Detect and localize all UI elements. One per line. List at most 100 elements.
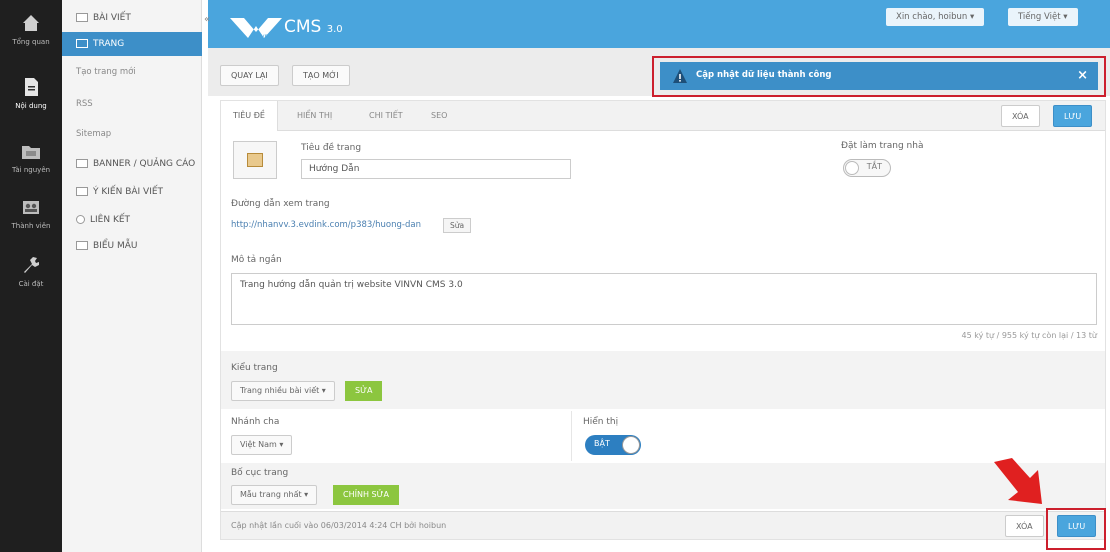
sidebar-item-sitemap[interactable]: Sitemap [62,122,202,146]
editor-tabs: Tiêu đề Hiển thị Chi tiết SEO Xóa Lưu [221,101,1105,131]
sidebar-item-label: RSS [76,99,93,109]
rail-item-label: Thành viên [11,222,51,230]
brand-name: CMS [284,17,322,37]
folder-icon [22,146,40,159]
last-updated-text: Cập nhật lần cuối vào 06/03/2014 4:24 CH… [231,521,447,530]
toggle-state: TẮT [866,162,882,171]
tab-title[interactable]: Tiêu đề [221,101,278,131]
form-icon [76,241,88,250]
pointer-arrow-icon [994,458,1042,504]
document-icon [25,78,38,96]
display-label: Hiển thị [583,417,619,427]
sidebar-item-forms[interactable]: Biểu mẫu [62,234,202,258]
sidebar-item-label: Sitemap [76,129,112,139]
toggle-knob [622,436,640,454]
title-input[interactable]: Hướng Dẫn [301,159,571,179]
rail-item-label: Cài đặt [18,280,44,288]
toggle-state: BẬT [594,439,610,448]
layout-select[interactable]: Mẫu trang nhất [231,485,318,505]
page-icon [76,39,88,48]
rail-item-label: Tài nguyên [11,166,51,174]
sidebar-item-label: Trang [93,39,125,49]
edit-url-button[interactable]: Sửa [443,218,472,233]
tab-detail[interactable]: Chi tiết [357,101,415,131]
brand-version: 3.0 [326,24,343,35]
banner-icon [76,159,88,168]
page-type-edit-button[interactable]: Sửa [345,381,383,401]
tab-seo[interactable]: SEO [419,101,459,131]
rail-item-members[interactable]: Thành viên [0,196,62,230]
tab-display[interactable]: Hiển thị [285,101,344,131]
display-toggle[interactable]: BẬT [585,435,641,455]
parent-branch-label: Nhánh cha [231,417,280,427]
warning-icon [673,69,687,83]
layout-value: Mẫu trang nhất [240,490,302,499]
logo-small-text: vinyn [252,33,269,40]
sidebar-item-rss[interactable]: RSS [62,92,202,116]
sidebar-item-label: Banner / quảng cáo [93,159,196,169]
wrench-icon [24,257,39,273]
url-label: Đường dẫn xem trang [231,199,330,209]
sidebar-item-label: Ý kiến bài viết [93,187,164,197]
description-textarea[interactable]: Trang hướng dẫn quản trị website VINVN C… [231,273,1097,325]
sidebar-item-label: Tạo trang mới [76,67,136,77]
homepage-label: Đặt làm trang nhà [841,141,924,151]
rail-item-overview[interactable]: Tổng quan [0,12,62,46]
logo[interactable]: vinyn CMS 3.0 [228,8,343,42]
app-header: vinyn CMS 3.0 Xin chào, hoibun ▾ Tiếng V… [208,0,1110,48]
footer-delete-button[interactable]: Xóa [1005,515,1044,537]
save-button[interactable]: Lưu [1053,105,1093,127]
user-dropdown-label: Xin chào, hoibun [896,12,968,22]
page-type-value: Trang nhiều bài viết [240,386,320,395]
sidebar-item-label: Bài viết [93,13,131,23]
layout-edit-button[interactable]: Chỉnh sửa [333,485,399,505]
parent-branch-value: Việt Nam [240,440,277,449]
language-dropdown-label: Tiếng Việt [1018,12,1061,22]
layout-label: Bố cục trang [231,468,289,478]
back-button[interactable]: Quay lại [220,65,279,86]
notice-highlight-frame: Cập nhật dữ liệu thành công × [652,56,1106,97]
link-icon [76,215,85,224]
language-dropdown[interactable]: Tiếng Việt ▾ [1008,8,1078,26]
close-icon[interactable]: × [1077,68,1088,83]
people-icon [23,201,39,214]
page-thumbnail[interactable] [233,141,277,179]
rail-item-content[interactable]: Nội dung [0,76,62,110]
image-icon [247,153,263,167]
rail-item-settings[interactable]: Cài đặt [0,254,62,288]
sidebar-item-comments[interactable]: Ý kiến bài viết [62,180,202,204]
homepage-toggle[interactable]: TẮT [843,159,891,177]
brand-title: CMS 3.0 [284,17,343,37]
page-type-label: Kiểu trang [231,363,278,373]
content-sidebar: Bài viết Trang Tạo trang mới RSS Sitemap… [62,0,202,552]
home-icon [23,15,39,31]
collapse-sidebar-icon[interactable]: « [204,14,214,26]
success-notification: Cập nhật dữ liệu thành công × [660,62,1098,90]
page-url-link[interactable]: http://nhanvv.3.evdink.com/p383/huong-da… [231,220,421,230]
new-button[interactable]: Tạo mới [292,65,350,86]
description-label: Mô tả ngắn [231,255,282,265]
char-counter: 45 ký tự / 955 ký tự còn lại / 13 từ [961,331,1098,340]
sidebar-item-label: Biểu mẫu [93,241,138,251]
sidebar-item-links[interactable]: Liên kết [62,208,202,232]
logo-mark-icon: vinyn [230,18,282,40]
parent-branch-select[interactable]: Việt Nam [231,435,293,455]
rail-item-resources[interactable]: Tài nguyên [0,140,62,174]
sidebar-item-banner[interactable]: Banner / quảng cáo [62,152,202,176]
toggle-knob [845,161,859,175]
sidebar-item-posts[interactable]: Bài viết [62,6,202,30]
column-divider [571,411,572,461]
rail-item-label: Tổng quan [12,38,50,46]
list-icon [76,13,88,22]
main-nav-rail: Tổng quan Nội dung Tài nguyên Thành viên… [0,0,62,552]
page-editor-panel: Tiêu đề Hiển thị Chi tiết SEO Xóa Lưu Ti… [220,100,1106,540]
delete-button[interactable]: Xóa [1001,105,1040,127]
sidebar-item-new-page[interactable]: Tạo trang mới [62,60,202,84]
rail-item-label: Nội dung [15,102,47,110]
page-type-select[interactable]: Trang nhiều bài viết [231,381,335,401]
sidebar-item-label: Liên kết [90,215,131,225]
comment-icon [76,187,88,196]
sidebar-item-pages[interactable]: Trang [62,32,202,56]
user-dropdown[interactable]: Xin chào, hoibun ▾ [886,8,985,26]
save-highlight-frame [1046,508,1106,550]
